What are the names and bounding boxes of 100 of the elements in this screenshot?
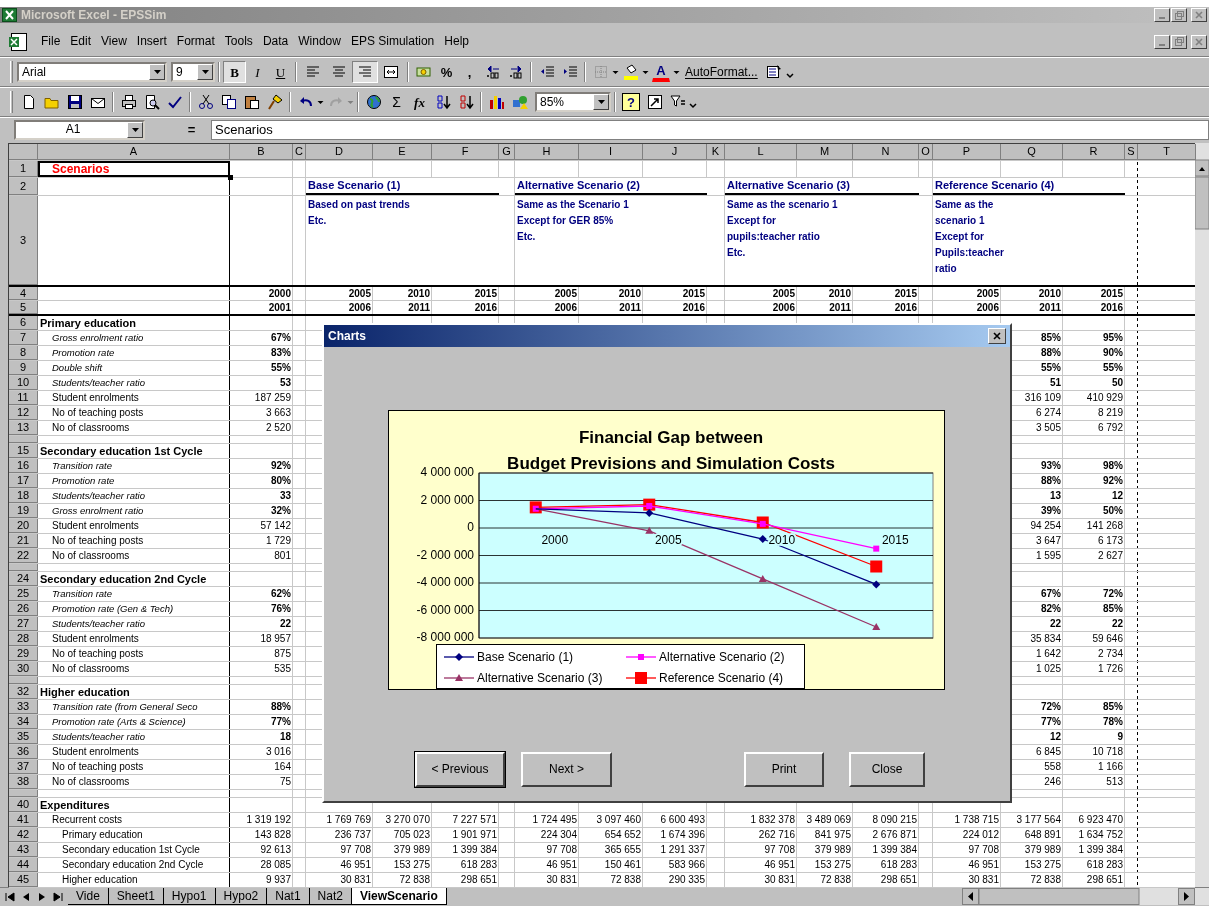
column-header[interactable]: O bbox=[919, 144, 933, 160]
caret-icon[interactable] bbox=[597, 100, 605, 104]
row-header[interactable]: 35 bbox=[9, 730, 38, 744]
menu-item[interactable]: Data bbox=[257, 32, 294, 51]
percent-button[interactable]: % bbox=[435, 61, 458, 83]
align-center-icon[interactable] bbox=[331, 64, 347, 80]
row-header[interactable]: 13 bbox=[9, 421, 38, 435]
row-header[interactable]: 45 bbox=[9, 873, 38, 887]
font-field[interactable]: Arial bbox=[17, 62, 167, 82]
function-button[interactable]: fx bbox=[408, 91, 431, 113]
row-header[interactable]: 32 bbox=[9, 685, 38, 699]
column-header[interactable]: P bbox=[933, 144, 1001, 160]
align-left-icon[interactable] bbox=[305, 64, 321, 80]
sheet-tab[interactable]: Hypo2 bbox=[215, 888, 268, 905]
row-header[interactable]: 2 bbox=[9, 178, 38, 195]
horizontal-scrollbar[interactable] bbox=[962, 888, 1209, 905]
row-header[interactable]: 42 bbox=[9, 828, 38, 842]
row-header[interactable]: 17 bbox=[9, 474, 38, 488]
row-header[interactable]: 28 bbox=[9, 632, 38, 646]
caret-icon[interactable] bbox=[131, 127, 139, 132]
row-header[interactable]: 20 bbox=[9, 519, 38, 533]
sheet-tab[interactable]: Vide bbox=[68, 888, 109, 905]
close-button[interactable]: Close bbox=[849, 752, 925, 787]
italic-button[interactable]: I bbox=[246, 61, 269, 83]
row-header[interactable]: 22 bbox=[9, 549, 38, 563]
column-header[interactable]: S bbox=[1125, 144, 1138, 160]
menu-item[interactable]: View bbox=[96, 32, 132, 51]
row-header[interactable]: 29 bbox=[9, 647, 38, 661]
menu-item[interactable]: Edit bbox=[65, 32, 97, 51]
print-button[interactable]: Print bbox=[744, 752, 824, 787]
column-header[interactable]: B bbox=[230, 144, 293, 160]
align-right-icon[interactable] bbox=[357, 64, 373, 80]
copy-icon[interactable] bbox=[220, 94, 237, 110]
minimize-button[interactable] bbox=[1154, 8, 1170, 22]
close-button[interactable] bbox=[1191, 34, 1207, 49]
workbook-icon[interactable] bbox=[8, 31, 28, 52]
shapes-icon[interactable] bbox=[511, 94, 528, 110]
menu-item[interactable]: Help bbox=[439, 32, 474, 51]
row-header[interactable]: 41 bbox=[9, 813, 38, 827]
align-right-button[interactable] bbox=[352, 61, 378, 83]
help-button[interactable]: ? bbox=[622, 93, 640, 111]
row-header[interactable]: 11 bbox=[9, 391, 38, 405]
row-header[interactable]: 18 bbox=[9, 489, 38, 503]
bar-chart-icon[interactable] bbox=[488, 94, 505, 110]
sheet-tab[interactable]: Sheet1 bbox=[108, 888, 164, 905]
increase-decimal-icon[interactable] bbox=[484, 64, 501, 80]
row-header[interactable]: 3 bbox=[9, 196, 38, 285]
printer-icon[interactable] bbox=[120, 94, 137, 110]
caret-icon[interactable] bbox=[153, 70, 161, 74]
column-header[interactable]: C bbox=[293, 144, 306, 160]
row-header[interactable]: 26 bbox=[9, 602, 38, 616]
fill-color-icon[interactable] bbox=[622, 64, 639, 80]
row-header[interactable]: 1 bbox=[9, 161, 38, 177]
paste-icon[interactable] bbox=[243, 94, 260, 110]
sheet-tab[interactable]: Hypo1 bbox=[163, 888, 216, 905]
sort-descending-icon[interactable] bbox=[457, 94, 474, 110]
row-header[interactable]: 16 bbox=[9, 459, 38, 473]
close-icon[interactable] bbox=[993, 332, 1001, 340]
row-header[interactable]: 43 bbox=[9, 843, 38, 857]
row-header[interactable]: 30 bbox=[9, 662, 38, 676]
name-box[interactable]: A1 bbox=[14, 119, 145, 140]
row-header[interactable]: 21 bbox=[9, 534, 38, 548]
font-color-button[interactable]: A bbox=[652, 62, 670, 82]
row-header[interactable]: 34 bbox=[9, 715, 38, 729]
row-header[interactable]: 10 bbox=[9, 376, 38, 390]
filter-icon[interactable] bbox=[669, 94, 686, 110]
formula-field[interactable]: Scenarios bbox=[211, 119, 1209, 140]
column-header[interactable]: H bbox=[515, 144, 579, 160]
menu-item[interactable]: Tools bbox=[219, 32, 258, 51]
row-header[interactable]: 33 bbox=[9, 700, 38, 714]
menu-item[interactable]: Window bbox=[293, 32, 346, 51]
column-header[interactable]: Q bbox=[1001, 144, 1063, 160]
decrease-decimal-icon[interactable] bbox=[507, 64, 524, 80]
minimize-button[interactable] bbox=[1154, 34, 1170, 49]
banknote-icon[interactable] bbox=[415, 64, 432, 80]
row-header[interactable]: 9 bbox=[9, 361, 38, 375]
zoom-field[interactable]: 85% bbox=[535, 92, 611, 112]
sort-ascending-icon[interactable] bbox=[434, 94, 451, 110]
underline-button[interactable]: U bbox=[269, 61, 292, 83]
row-header[interactable]: 6 bbox=[9, 316, 38, 330]
column-header[interactable]: K bbox=[707, 144, 725, 160]
font-size-field[interactable]: 9 bbox=[171, 62, 215, 82]
row-header[interactable]: 44 bbox=[9, 858, 38, 872]
edit-formula-button[interactable]: = bbox=[180, 118, 203, 141]
column-header[interactable]: D bbox=[306, 144, 373, 160]
column-header[interactable]: F bbox=[432, 144, 499, 160]
column-header[interactable]: M bbox=[797, 144, 853, 160]
brush-icon[interactable] bbox=[266, 94, 283, 110]
menu-item[interactable]: Insert bbox=[131, 32, 172, 51]
column-header[interactable]: J bbox=[643, 144, 707, 160]
first-sheet-icon[interactable] bbox=[4, 890, 16, 903]
row-header[interactable]: 7 bbox=[9, 331, 38, 345]
bold-button[interactable]: B bbox=[223, 61, 246, 83]
previous-button[interactable]: < Previous bbox=[415, 752, 505, 787]
last-sheet-icon[interactable] bbox=[52, 890, 64, 903]
row-header[interactable]: 25 bbox=[9, 587, 38, 601]
comma-button[interactable]: , bbox=[458, 61, 481, 83]
column-header[interactable]: L bbox=[725, 144, 797, 160]
scissors-icon[interactable] bbox=[197, 94, 214, 110]
column-header[interactable]: E bbox=[373, 144, 432, 160]
